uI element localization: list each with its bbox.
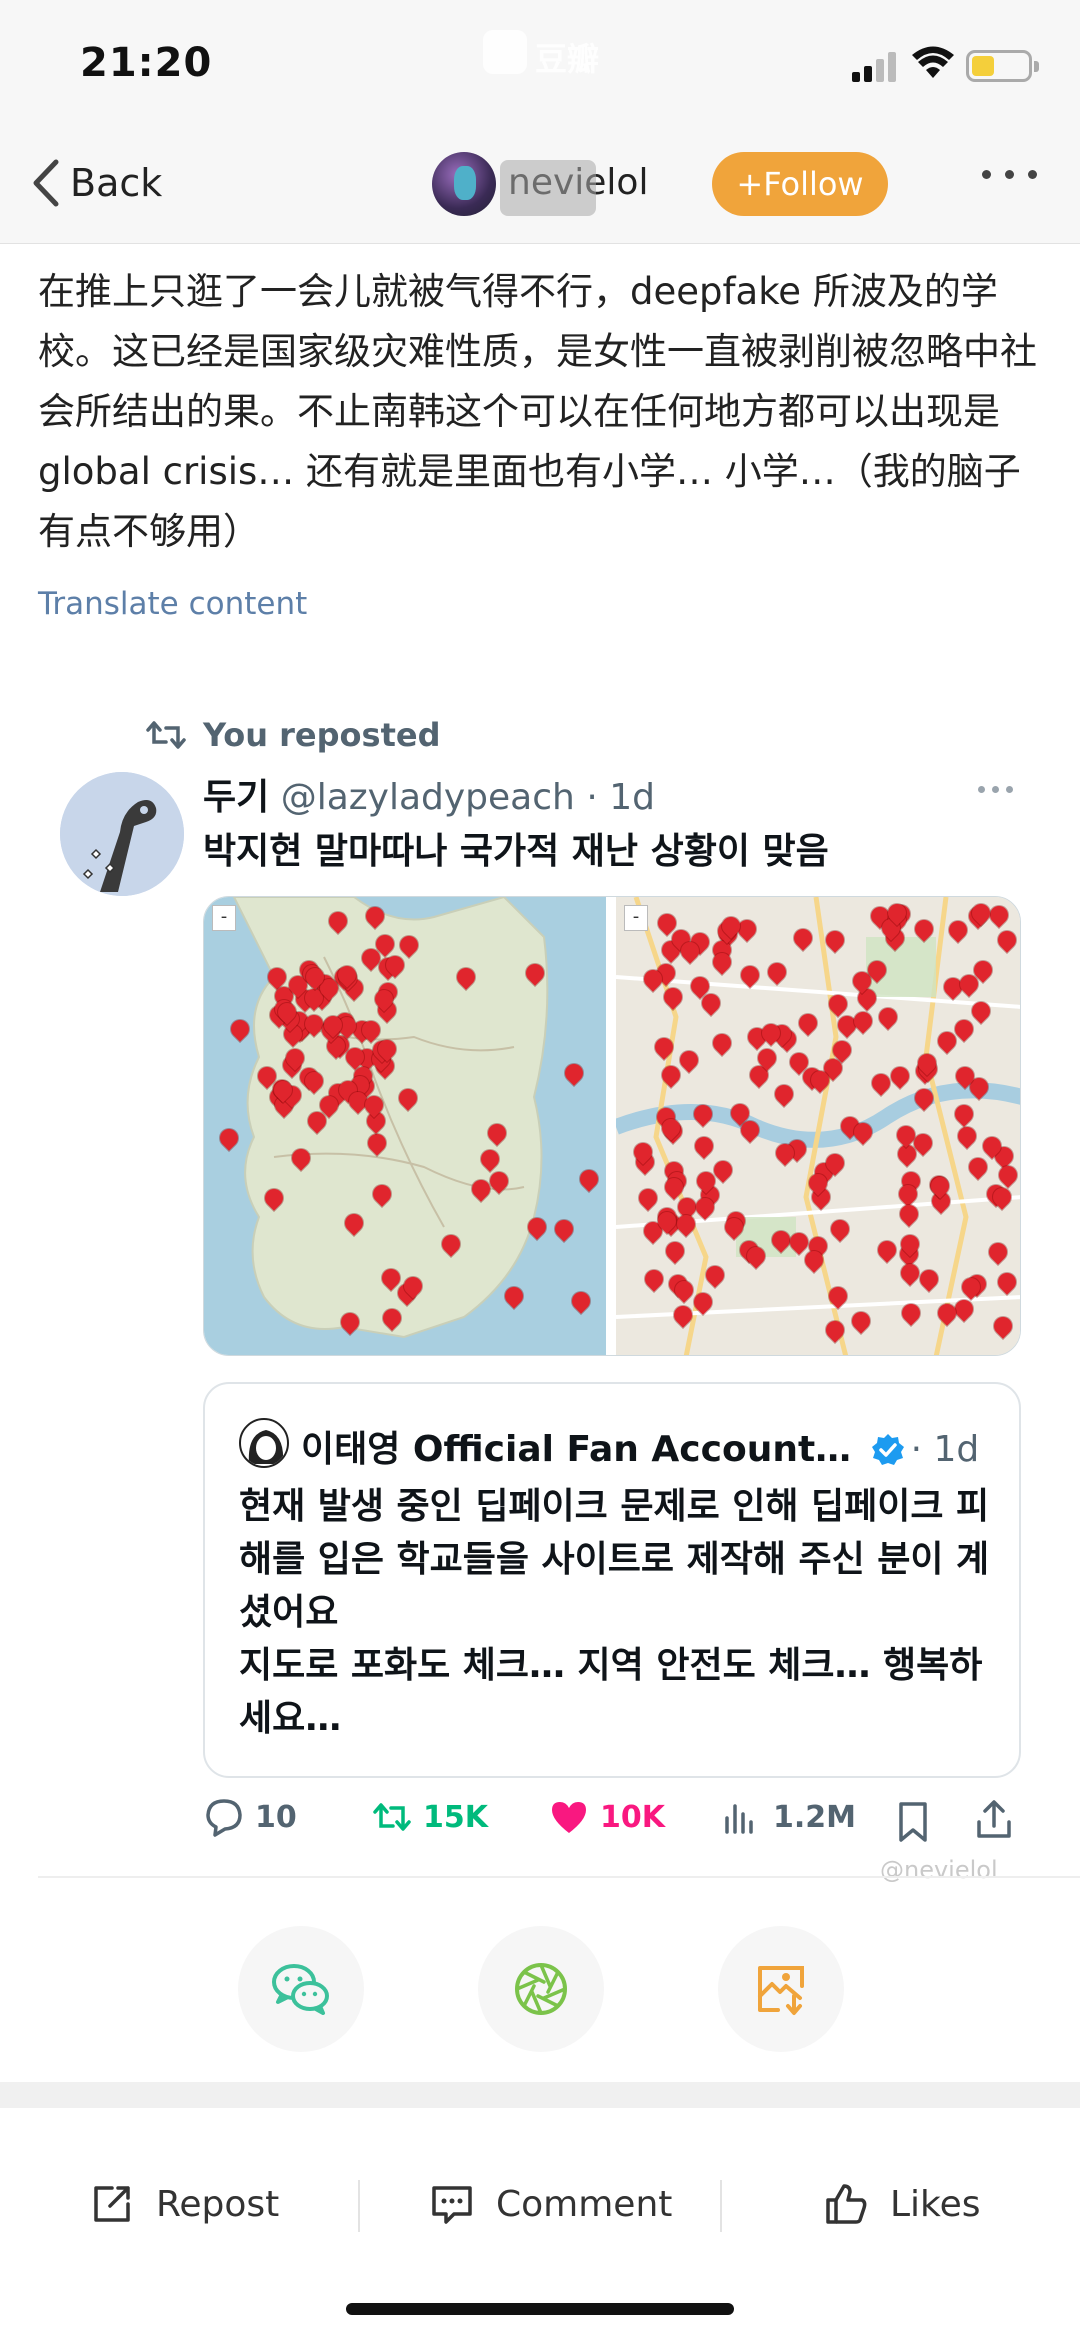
tweet-action-bar: 10 15K 10K 1.2M — [203, 1796, 1043, 1846]
likes-label: Likes — [890, 2183, 981, 2225]
you-reposted-label: You reposted — [203, 716, 441, 754]
comment-label: Comment — [496, 2183, 673, 2225]
weibo-watermark: @nevielol — [880, 1856, 998, 1884]
seoul-map-image: - — [613, 897, 1020, 1355]
tweet-more-icon — [978, 786, 1013, 793]
cellular-signal-icon — [852, 52, 896, 82]
home-indicator — [346, 2303, 734, 2315]
reply-stat: 10 — [203, 1796, 297, 1838]
follow-button[interactable]: +Follow — [712, 152, 888, 216]
quoted-time: · 1d — [910, 1429, 980, 1470]
repost-icon — [146, 721, 186, 749]
comment-icon — [432, 2186, 472, 2224]
pipe-bird-drawing — [60, 772, 184, 896]
thumbs-up-icon — [826, 2184, 867, 2224]
save-image-icon — [758, 1966, 804, 2015]
views-stat: 1.2M — [721, 1796, 856, 1838]
section-gap — [0, 2082, 1080, 2108]
tweet-handle: @lazyladypeach — [280, 777, 575, 818]
retweet-count: 15K — [423, 1799, 488, 1835]
battery-icon — [966, 50, 1039, 82]
verified-badge-icon — [871, 1434, 904, 1465]
share-moments-button[interactable] — [478, 1926, 604, 2052]
quoted-tweet: 이태영 Official Fan Account… · 1d 현재 발생 중인 … — [203, 1382, 1021, 1778]
retweet-stat: 15K — [371, 1796, 488, 1838]
app-logo-icon — [483, 30, 527, 74]
share-wechat-button[interactable] — [238, 1926, 364, 2052]
tweet-header: 두기 @lazyladypeach · 1d — [203, 768, 655, 820]
tweet-map-images: - - — [203, 896, 1021, 1356]
reply-count: 10 — [255, 1799, 297, 1835]
tweet-text: 박지현 말마따나 국가적 재난 상황이 맞음 — [203, 831, 829, 872]
tweet-author-avatar — [60, 772, 184, 896]
views-icon — [725, 1804, 753, 1834]
repost-label: Repost — [156, 2183, 280, 2225]
section-divider — [38, 1876, 1080, 1878]
wechat-icon — [272, 1964, 329, 2015]
quoted-text: 현재 발생 중인 딥페이크 문제로 인해 딥페이크 피해를 입은 학교들을 사이… — [239, 1486, 990, 1739]
wifi-icon — [912, 46, 954, 78]
comment-button[interactable]: Comment — [428, 2180, 672, 2228]
map-zoom-out-button-2: - — [624, 905, 648, 931]
map-zoom-out-button: - — [212, 905, 236, 931]
like-count: 10K — [600, 1799, 665, 1835]
author-avatar[interactable] — [432, 152, 496, 216]
post-text: 在推上只逛了一会儿就被气得不行，deepfake 所波及的学校。这已经是国家级灾… — [38, 270, 1037, 553]
bookmark-icon — [899, 1802, 927, 1842]
heart-icon — [552, 1802, 586, 1833]
share-row — [0, 1926, 1080, 2056]
top-bar: 21:20 豆瓣 Back nevielol +Follow — [0, 0, 1080, 244]
korea-map-image: - — [204, 897, 606, 1355]
quoted-header: 이태영 Official Fan Account… · 1d — [301, 1420, 979, 1472]
repost-edit-icon — [94, 2186, 130, 2222]
translate-link[interactable]: Translate content — [38, 586, 307, 622]
quoted-author-avatar — [239, 1418, 289, 1468]
quoted-display-name: 이태영 Official Fan Account… — [301, 1429, 852, 1470]
reply-icon — [206, 1799, 242, 1837]
save-image-button[interactable] — [718, 1926, 844, 2052]
status-time: 21:20 — [80, 40, 213, 86]
back-label: Back — [70, 161, 163, 205]
tweet-display-name: 두기 — [203, 777, 270, 818]
more-options-icon[interactable] — [982, 170, 1037, 179]
likes-button[interactable]: Likes — [822, 2180, 981, 2228]
retweet-icon — [373, 1803, 411, 1831]
back-button[interactable]: Back — [28, 158, 162, 208]
username-blur-overlay — [500, 160, 596, 216]
moments-icon — [515, 1963, 567, 2015]
like-stat: 10K — [548, 1796, 665, 1838]
chevron-left-icon — [33, 159, 59, 207]
app-name: 豆瓣 — [535, 40, 600, 78]
repost-button[interactable]: Repost — [88, 2180, 279, 2228]
views-count: 1.2M — [773, 1799, 856, 1835]
share-icon — [977, 1800, 1011, 1838]
tweet-time: · 1d — [586, 777, 655, 818]
